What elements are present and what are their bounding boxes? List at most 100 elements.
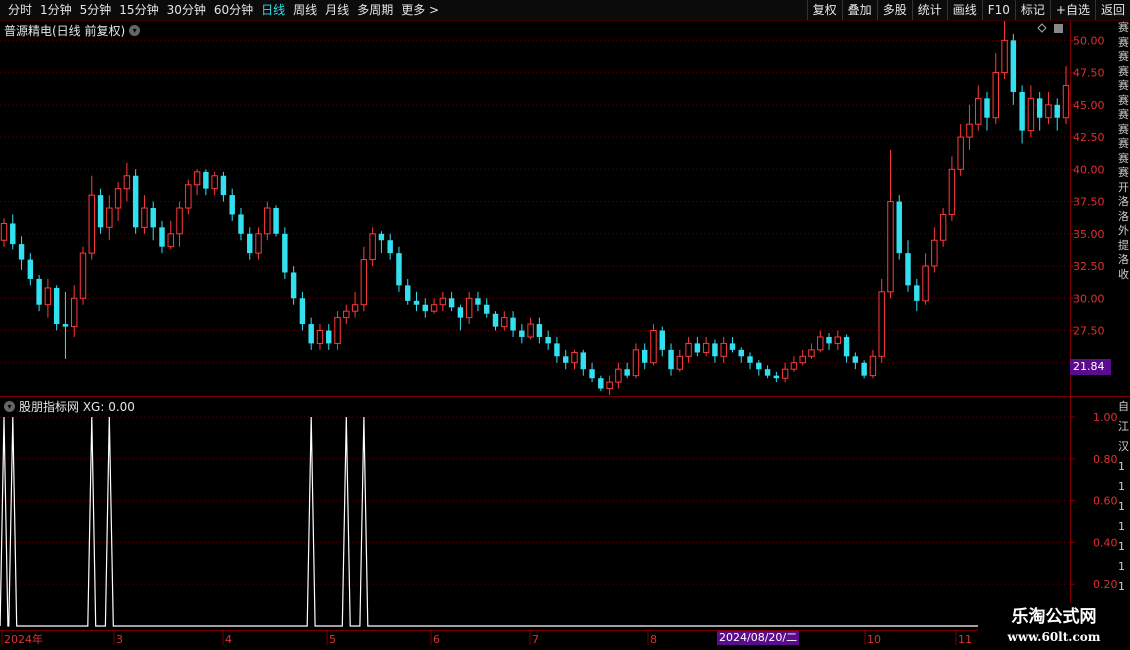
candle-body	[114, 188, 122, 209]
candle-body	[939, 213, 947, 241]
candle-body	[1054, 104, 1060, 118]
candle-body	[975, 97, 982, 125]
candle-body	[589, 369, 595, 379]
candle-body	[914, 285, 920, 301]
candle-body	[781, 368, 789, 379]
date-label: 10	[867, 633, 881, 646]
candle-body	[387, 240, 393, 254]
candle-body	[167, 233, 174, 248]
price-axis-ticks: 50.00 47.50 45.00 42.50 40.00 37.50 35.00 32.50…	[1070, 34, 1105, 370]
candle-body	[1036, 98, 1043, 118]
candle-body	[554, 343, 560, 357]
candle-body	[0, 222, 8, 241]
candle-body	[203, 171, 209, 189]
candle-body	[1019, 91, 1025, 131]
candle-body	[948, 168, 956, 215]
indicator-tick-label: 0.80	[1093, 453, 1118, 466]
price-tick-label: 47.50	[1073, 67, 1105, 80]
candle-body	[465, 297, 473, 319]
side-info-strip-lower: 自江汉1111111	[1118, 400, 1129, 593]
candle-body	[519, 330, 525, 337]
date-label: 11	[958, 633, 972, 646]
candle-body	[123, 175, 131, 190]
indicator-tick-label: 1.00	[1093, 411, 1118, 424]
candle-body	[413, 300, 420, 305]
candlestick-series	[0, 21, 1070, 395]
indicator-grid	[0, 416, 1070, 585]
candle-body	[957, 136, 964, 170]
candle-body	[668, 349, 674, 370]
candle-body	[887, 201, 894, 293]
candle-body	[905, 253, 911, 286]
indicator-title-text: 股朋指标网 XG: 0.00	[19, 400, 135, 414]
indicator-tick-label: 0.60	[1093, 495, 1118, 508]
candle-body	[62, 324, 69, 327]
candle-body	[378, 233, 385, 241]
date-label: 8	[650, 633, 657, 646]
indicator-tick-label: 0.20	[1093, 578, 1118, 591]
candle-body	[27, 259, 34, 279]
candle-body	[510, 317, 516, 331]
candle-body	[141, 207, 148, 228]
candle-body	[369, 233, 376, 261]
main-grid	[0, 39, 1070, 364]
candle-body	[527, 323, 534, 338]
candle-body	[299, 298, 306, 325]
candle-body	[238, 214, 244, 234]
candle-body	[492, 313, 499, 327]
candle-body	[1062, 84, 1070, 119]
candle-body	[615, 368, 622, 383]
candle-body	[308, 324, 314, 344]
candle-body	[606, 381, 613, 390]
candle-body	[150, 208, 156, 228]
candle-body	[1045, 104, 1052, 119]
candle-body	[405, 285, 411, 301]
chart-controls	[1037, 23, 1063, 33]
candle-body	[896, 201, 902, 254]
candle-body	[676, 355, 684, 370]
candle-body	[220, 175, 227, 196]
candle-body	[747, 356, 753, 363]
candle-body	[255, 233, 262, 254]
candle-body	[1001, 39, 1008, 74]
candle-body	[282, 233, 288, 273]
candle-body	[53, 287, 60, 325]
candle-body	[624, 369, 630, 376]
price-tick-label: 32.50	[1073, 260, 1105, 273]
signal-line	[0, 416, 1070, 627]
candle-body	[536, 324, 543, 337]
candle-body	[229, 195, 235, 215]
candle-body	[211, 175, 218, 190]
candle-body	[580, 352, 586, 370]
side-info-strip: 赛赛赛赛赛赛赛赛赛赛赛开洛洛外提洛收	[1118, 21, 1129, 281]
candle-body	[852, 356, 859, 363]
square-icon[interactable]	[1054, 24, 1063, 33]
candle-body	[484, 304, 490, 314]
candle-body	[18, 244, 25, 260]
diamond-icon[interactable]	[1037, 23, 1047, 33]
price-tick-label: 35.00	[1073, 228, 1105, 241]
chart-canvas: 50.00 47.50 45.00 42.50 40.00 37.50 35.00 32.50…	[0, 21, 1130, 650]
candle-body	[343, 310, 350, 319]
candle-body	[193, 171, 201, 186]
candle-body	[756, 362, 762, 370]
candle-body	[720, 342, 727, 357]
candle-body	[334, 317, 341, 344]
candle-body	[273, 208, 279, 234]
candle-body	[869, 355, 877, 377]
date-axis-labels: 2024年 3 4 5 6 7 8 10 11	[1, 631, 972, 646]
chevron-down-icon[interactable]: ▾	[4, 401, 15, 412]
candle-body	[808, 349, 815, 357]
candle-body	[712, 343, 718, 357]
price-tick-label: 30.00	[1073, 292, 1105, 305]
candle-body	[799, 355, 806, 364]
candle-body	[702, 342, 710, 353]
indicator-title: ▾ 股朋指标网 XG: 0.00	[4, 398, 135, 415]
price-tick-label: 40.00	[1073, 163, 1105, 176]
date-label: 7	[532, 633, 539, 646]
candle-body	[632, 349, 640, 377]
candle-body	[764, 369, 771, 376]
candle-body	[501, 317, 508, 328]
candle-body	[992, 72, 1000, 119]
date-label: 2024年	[4, 632, 43, 646]
